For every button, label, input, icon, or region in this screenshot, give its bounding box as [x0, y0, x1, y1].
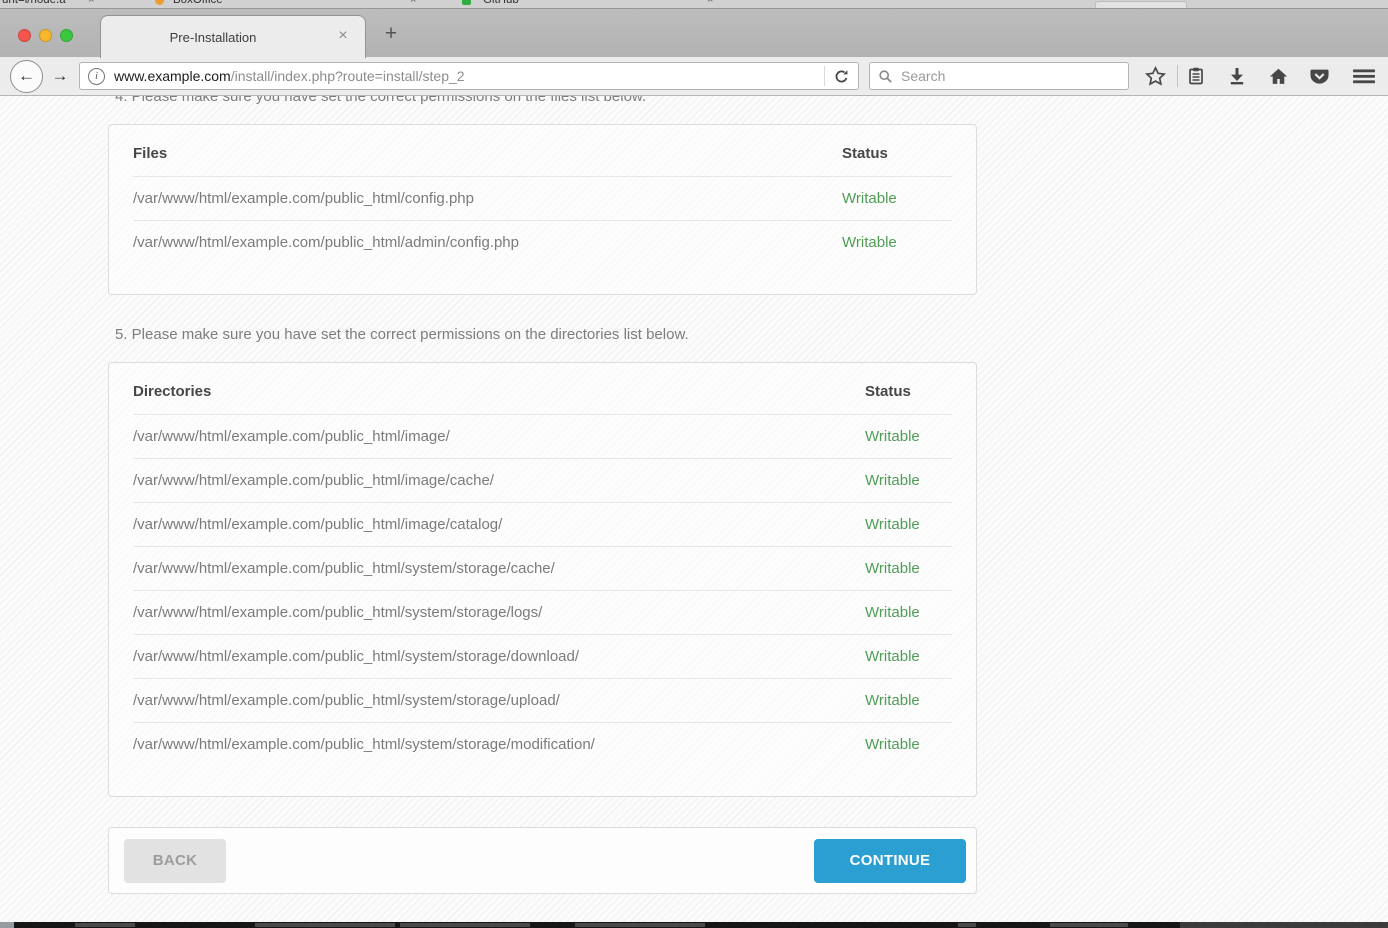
pocket-icon[interactable] [1307, 61, 1331, 91]
directories-table-header: Directories Status [133, 363, 952, 414]
step5-heading: 5. Please make sure you have set the cor… [108, 325, 977, 345]
directory-path: /var/www/html/example.com/public_html/sy… [133, 648, 865, 665]
files-table-header: Files Status [133, 125, 952, 176]
forward-button[interactable]: → [47, 66, 73, 86]
url-text: www.example.com/install/index.php?route=… [114, 68, 816, 84]
table-row: /var/www/html/example.com/public_html/im… [133, 414, 952, 458]
home-icon[interactable] [1266, 61, 1290, 91]
table-row: /var/www/html/example.com/public_html/co… [133, 176, 952, 220]
green-favicon [462, 0, 471, 5]
search-box[interactable] [869, 62, 1129, 90]
window-maximize-button[interactable] [60, 29, 73, 42]
status-value: Writable [865, 472, 952, 489]
background-tab[interactable] [1095, 1, 1187, 8]
files-panel: Files Status /var/www/html/example.com/p… [108, 124, 977, 295]
new-tab-button[interactable]: + [378, 17, 404, 51]
background-window-tab-strip: unt=l/node.a × BoxOffice × GitHub × [0, 0, 1388, 8]
status-value: Writable [865, 604, 952, 621]
downloads-icon[interactable] [1225, 61, 1249, 91]
back-step-button[interactable]: BACK [124, 839, 226, 883]
background-window-fragment [958, 923, 976, 927]
background-window-fragment [0, 922, 14, 928]
table-row: /var/www/html/example.com/public_html/im… [133, 458, 952, 502]
directories-table: Directories Status /var/www/html/example… [133, 363, 952, 766]
window-minimize-button[interactable] [39, 29, 52, 42]
divider [1177, 65, 1178, 87]
column-header-files: Files [133, 145, 842, 162]
page-content: 4. Please make sure you have set the cor… [0, 96, 1388, 922]
background-window-fragment [400, 923, 530, 927]
background-tab-close-icon[interactable]: × [88, 0, 94, 6]
back-button[interactable]: ← [10, 60, 43, 93]
files-table: Files Status /var/www/html/example.com/p… [133, 125, 952, 264]
background-tab-label[interactable]: unt=l/node.a [2, 0, 66, 7]
tab-title: Pre-Installation [101, 16, 325, 58]
directory-path: /var/www/html/example.com/public_html/im… [133, 472, 865, 489]
tab-close-icon[interactable]: × [333, 26, 353, 46]
background-window-fragment [75, 923, 135, 927]
browser-tab-bar: Pre-Installation × + [0, 8, 1388, 57]
column-header-status: Status [842, 145, 952, 162]
continue-button[interactable]: CONTINUE [814, 839, 966, 883]
url-domain: www.example.com [114, 68, 231, 84]
table-row: /var/www/html/example.com/public_html/sy… [133, 678, 952, 722]
navigation-toolbar: ← → i www.example.com/install/index.php?… [0, 57, 1388, 96]
status-value: Writable [865, 428, 952, 445]
background-tab-close-icon[interactable]: × [410, 0, 416, 6]
status-value: Writable [865, 560, 952, 577]
background-window-bottom-edge [0, 922, 1388, 928]
search-input[interactable] [901, 68, 1120, 84]
background-window-fragment [1180, 922, 1388, 928]
background-tab-label[interactable]: BoxOffice [173, 0, 223, 7]
table-row: /var/www/html/example.com/public_html/sy… [133, 546, 952, 590]
background-window-fragment [255, 923, 395, 927]
background-window-fragment [575, 923, 705, 927]
orange-favicon [155, 0, 164, 5]
directory-path: /var/www/html/example.com/public_html/sy… [133, 560, 865, 577]
url-bar[interactable]: i www.example.com/install/index.php?rout… [79, 62, 859, 90]
url-path: /install/index.php?route=install/step_2 [231, 68, 465, 84]
file-path: /var/www/html/example.com/public_html/ad… [133, 234, 842, 251]
window-close-button[interactable] [18, 29, 31, 42]
directory-path: /var/www/html/example.com/public_html/sy… [133, 604, 865, 621]
status-value: Writable [842, 234, 952, 251]
bookmark-star-icon[interactable] [1143, 61, 1167, 91]
window-controls [18, 29, 73, 42]
search-icon [878, 69, 893, 84]
table-row: /var/www/html/example.com/public_html/sy… [133, 590, 952, 634]
toolbar-icon-group [1143, 61, 1376, 91]
status-value: Writable [865, 648, 952, 665]
bookmarks-list-icon[interactable] [1184, 61, 1208, 91]
table-row: /var/www/html/example.com/public_html/ad… [133, 220, 952, 264]
wizard-footer: BACK CONTINUE [108, 827, 977, 894]
directories-panel: Directories Status /var/www/html/example… [108, 362, 977, 797]
table-row: /var/www/html/example.com/public_html/sy… [133, 634, 952, 678]
background-tab-close-icon[interactable]: × [707, 0, 713, 6]
column-header-status: Status [865, 383, 952, 400]
table-row: /var/www/html/example.com/public_html/sy… [133, 722, 952, 766]
status-value: Writable [865, 736, 952, 753]
directory-path: /var/www/html/example.com/public_html/im… [133, 516, 865, 533]
page-info-icon[interactable]: i [88, 68, 105, 85]
status-value: Writable [865, 516, 952, 533]
step4-heading: 4. Please make sure you have set the cor… [108, 96, 977, 107]
menu-icon[interactable] [1352, 61, 1376, 91]
table-row: /var/www/html/example.com/public_html/im… [133, 502, 952, 546]
directory-path: /var/www/html/example.com/public_html/im… [133, 428, 865, 445]
directory-path: /var/www/html/example.com/public_html/sy… [133, 692, 865, 709]
file-path: /var/www/html/example.com/public_html/co… [133, 190, 842, 207]
status-value: Writable [865, 692, 952, 709]
tab-pre-installation[interactable]: Pre-Installation × [100, 15, 366, 58]
background-tab-label[interactable]: GitHub [483, 0, 519, 7]
reload-icon[interactable] [833, 68, 850, 85]
background-window-fragment [1050, 923, 1128, 927]
status-value: Writable [842, 190, 952, 207]
column-header-directories: Directories [133, 383, 865, 400]
directory-path: /var/www/html/example.com/public_html/sy… [133, 736, 865, 753]
divider [824, 66, 825, 86]
